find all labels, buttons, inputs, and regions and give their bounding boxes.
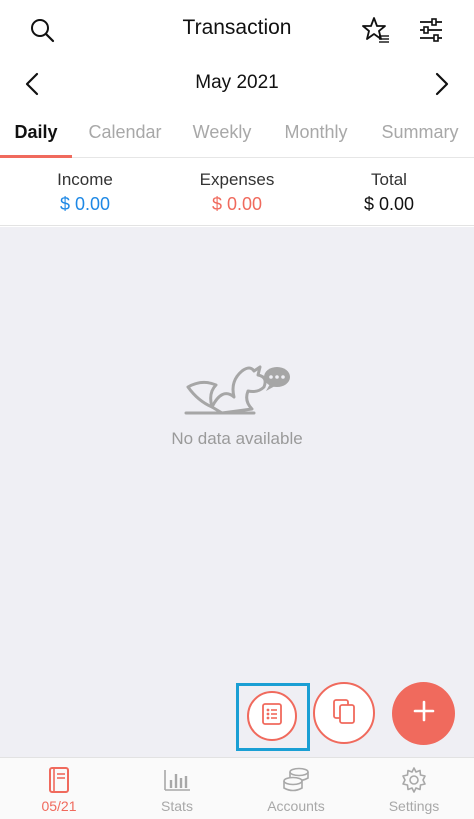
copy-icon	[331, 696, 357, 731]
bottom-navigation: 05/21 Stats Accounts Settings	[0, 757, 474, 819]
star-list-icon[interactable]	[360, 14, 392, 46]
income-summary: Income $ 0.00	[6, 170, 164, 215]
total-summary: Total $ 0.00	[310, 170, 468, 215]
transaction-list-area: No data available	[0, 227, 474, 757]
total-value: $ 0.00	[363, 194, 415, 214]
empty-state: No data available	[0, 357, 474, 449]
tab-monthly[interactable]: Monthly	[276, 112, 356, 158]
nav-item-settings[interactable]: Settings	[355, 766, 473, 814]
tab-summary[interactable]: Summary	[372, 112, 468, 158]
nav-label: Stats	[161, 798, 193, 814]
list-view-button[interactable]	[247, 691, 297, 741]
copy-button[interactable]	[313, 682, 375, 744]
gear-icon	[355, 766, 473, 794]
current-month[interactable]: May 2021	[0, 72, 474, 94]
total-label: Total	[371, 170, 407, 189]
coins-icon	[237, 766, 355, 794]
page-title: Transaction	[182, 16, 292, 39]
tab-weekly[interactable]: Weekly	[180, 112, 264, 158]
book-icon	[0, 766, 118, 794]
expenses-label: Expenses	[199, 170, 275, 189]
top-bar: Transaction	[0, 0, 474, 60]
plus-icon	[413, 700, 435, 727]
expenses-summary: Expenses $ 0.00	[158, 170, 316, 215]
dragon-mascot-icon	[0, 357, 474, 419]
view-tabs: Daily Calendar Weekly Monthly Summary	[0, 112, 474, 158]
nav-item-stats[interactable]: Stats	[118, 766, 236, 814]
month-navigation: May 2021	[0, 62, 474, 106]
nav-item-transactions[interactable]: 05/21	[0, 766, 118, 814]
tab-daily[interactable]: Daily	[0, 112, 72, 158]
nav-label: Accounts	[267, 798, 325, 814]
income-value: $ 0.00	[59, 194, 111, 214]
empty-message: No data available	[171, 429, 303, 448]
tab-calendar[interactable]: Calendar	[80, 112, 170, 158]
nav-label: 05/21	[41, 798, 77, 814]
income-label: Income	[57, 170, 113, 189]
summary-bar: Income $ 0.00 Expenses $ 0.00 Total $ 0.…	[0, 158, 474, 226]
chevron-right-icon[interactable]	[428, 70, 456, 98]
expenses-value: $ 0.00	[211, 194, 263, 214]
list-icon	[261, 702, 283, 731]
nav-item-accounts[interactable]: Accounts	[237, 766, 355, 814]
add-transaction-button[interactable]	[392, 682, 455, 745]
filter-sliders-icon[interactable]	[415, 14, 447, 46]
nav-label: Settings	[388, 798, 440, 814]
bar-chart-icon	[118, 766, 236, 794]
